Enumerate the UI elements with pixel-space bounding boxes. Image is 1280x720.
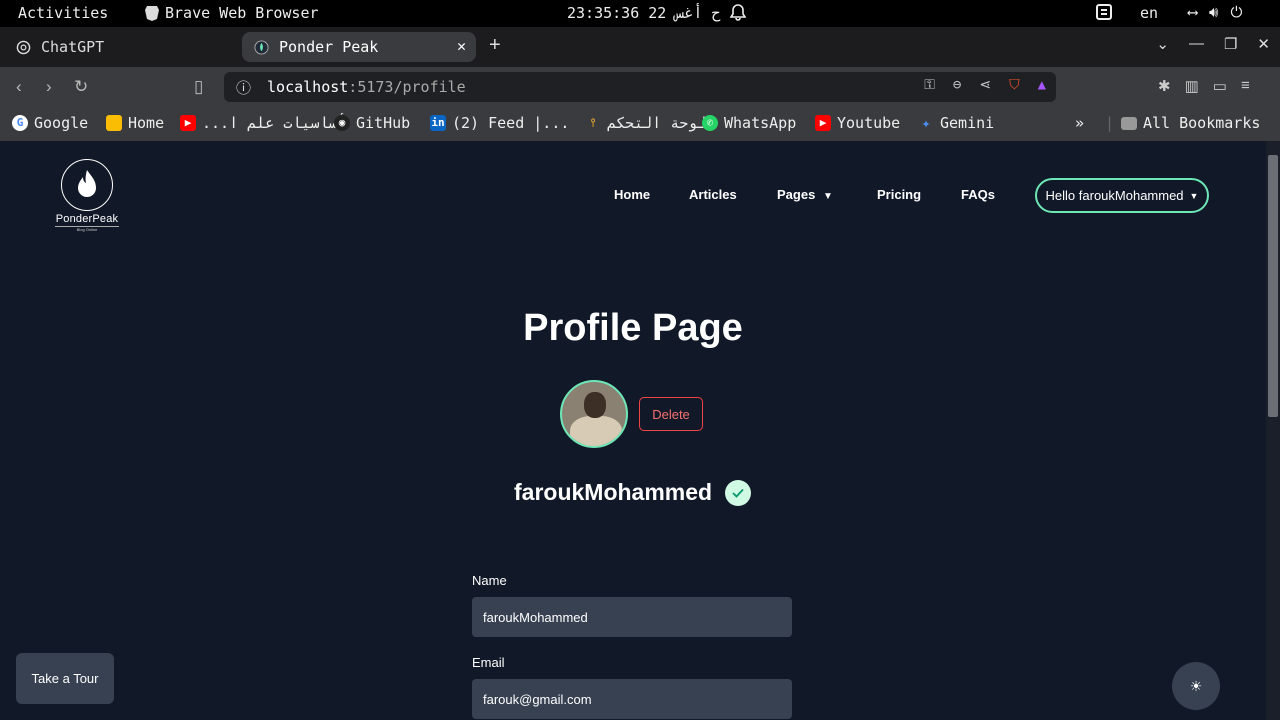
page-content: PonderPeak Blog Online Home Articles Pag…	[0, 141, 1266, 720]
system-top-bar: Activities Brave Web Browser 23:35:36 22…	[0, 0, 1280, 27]
tab-chatgpt[interactable]: ChatGPT	[8, 32, 236, 62]
bookmarks-divider: |	[1105, 114, 1115, 132]
user-menu-button[interactable]: Hello faroukMohammed ▼	[1035, 178, 1209, 213]
volume-icon: 🔊︎	[1209, 3, 1219, 21]
wallet-icon[interactable]: ▭	[1213, 77, 1227, 95]
flame-icon	[61, 159, 113, 211]
more-bookmarks-icon[interactable]: »	[1075, 114, 1084, 132]
app-menu[interactable]: Brave Web Browser	[145, 4, 319, 22]
youtube-icon: ▶	[815, 115, 831, 131]
name-field[interactable]: faroukMohammed	[472, 597, 792, 637]
github-icon: ◉	[334, 115, 350, 131]
caret-down-icon: ▼	[1189, 190, 1199, 201]
tab-strip: ChatGPT Ponder Peak ✕ + ⌄ — ❐ ✕	[0, 27, 1280, 67]
theme-toggle-button[interactable]: ☀	[1172, 662, 1220, 710]
app-indicator-icon[interactable]	[1096, 3, 1112, 25]
avatar[interactable]	[560, 380, 628, 448]
bookmark-all[interactable]: All Bookmarks	[1121, 114, 1260, 132]
bookmark-google[interactable]: G Google	[12, 114, 88, 132]
bell-icon[interactable]	[729, 3, 747, 25]
email-label: Email	[472, 655, 505, 670]
extensions-icon[interactable]: ✱	[1158, 77, 1171, 95]
tab-ponder-peak[interactable]: Ponder Peak ✕	[242, 32, 476, 62]
window-controls: ⌄ — ❐ ✕	[1156, 35, 1270, 53]
profile-username: faroukMohammed	[514, 479, 713, 505]
ponderpeak-icon	[254, 39, 269, 55]
take-tour-button[interactable]: Take a Tour	[16, 653, 114, 704]
tab-title: Ponder Peak	[279, 38, 379, 56]
scrollbar-thumb[interactable]	[1268, 155, 1278, 417]
close-window-icon[interactable]: ✕	[1257, 35, 1270, 53]
brave-rewards-icon[interactable]: ▲	[1038, 77, 1046, 93]
logo-name: PonderPeak	[55, 213, 119, 225]
user-greeting: Hello faroukMohammed	[1045, 188, 1184, 203]
email-field[interactable]: farouk@gmail.com	[472, 679, 792, 719]
verified-check-icon	[725, 480, 751, 506]
name-label: Name	[472, 573, 507, 588]
bookmark-dashboard[interactable]: ⫯ لوحة التحكم	[585, 114, 707, 132]
system-tray[interactable]: ⟷ 🔊︎ ⏻	[1188, 3, 1242, 21]
delete-avatar-button[interactable]: Delete	[639, 397, 703, 431]
classroom-icon	[106, 115, 122, 131]
tab-title: ChatGPT	[41, 38, 105, 56]
menu-icon[interactable]: ≡	[1241, 77, 1250, 95]
youtube-icon: ▶	[180, 115, 196, 131]
tab-search-icon[interactable]: ⌄	[1156, 35, 1169, 53]
activities-button[interactable]: Activities	[18, 4, 108, 22]
app-name: Brave Web Browser	[165, 4, 319, 22]
nav-articles[interactable]: Articles	[689, 187, 737, 202]
bookmark-gemini[interactable]: ✦ Gemini	[918, 114, 994, 132]
chatgpt-icon	[16, 40, 31, 54]
sun-icon: ☀	[1189, 677, 1203, 694]
logo-tagline: Blog Online	[55, 226, 119, 232]
bookmark-linkedin[interactable]: in (2) Feed |...	[430, 114, 569, 132]
bookmark-github[interactable]: ◉ GitHub	[334, 114, 410, 132]
zoom-icon[interactable]: ⊖	[953, 77, 961, 93]
folder-icon	[1121, 116, 1137, 130]
dashboard-icon: ⫯	[590, 116, 596, 129]
network-icon: ⟷	[1188, 3, 1198, 21]
nav-pages[interactable]: Pages ▼	[777, 187, 833, 202]
bookmark-icon[interactable]: ▯	[194, 77, 203, 97]
minimize-icon[interactable]: —	[1189, 35, 1204, 53]
power-icon: ⏻	[1230, 3, 1243, 21]
address-bar[interactable]: ⓘ localhost:5173/profile ⚿ ⊖ ⋖ ⛉ ▲	[224, 72, 1056, 102]
address-bar-actions: ⚿ ⊖ ⋖ ⛉ ▲	[924, 77, 1046, 93]
nav-pricing[interactable]: Pricing	[877, 187, 921, 202]
back-icon[interactable]: ‹	[16, 77, 22, 97]
sidebar-icon[interactable]: ▥	[1185, 77, 1199, 95]
brave-lion-icon	[145, 6, 159, 21]
linkedin-icon: in	[430, 115, 446, 131]
site-logo[interactable]: PonderPeak Blog Online	[55, 159, 119, 232]
whatsapp-icon: ✆	[702, 115, 718, 131]
reload-icon[interactable]: ↻	[74, 77, 88, 97]
url-path: :5173/profile	[348, 78, 466, 96]
toolbar-right: ✱ ▥ ▭ ≡	[1158, 77, 1250, 95]
caret-down-icon: ▼	[822, 191, 833, 202]
nav-home[interactable]: Home	[614, 187, 650, 202]
bookmark-whatsapp[interactable]: ✆ WhatsApp	[702, 114, 796, 132]
nav-faqs[interactable]: FAQs	[961, 187, 995, 202]
keyboard-language[interactable]: en	[1140, 4, 1158, 22]
maximize-icon[interactable]: ❐	[1224, 35, 1237, 53]
bookmark-youtube-course[interactable]: ▶ أساسيات علم ا...	[180, 114, 347, 132]
bookmark-youtube[interactable]: ▶ Youtube	[815, 114, 900, 132]
new-tab-button[interactable]: +	[489, 34, 501, 57]
share-icon[interactable]: ⋖	[979, 77, 991, 93]
key-icon[interactable]: ⚿	[924, 77, 935, 93]
close-tab-icon[interactable]: ✕	[457, 37, 466, 55]
url-host: localhost	[267, 78, 349, 96]
gemini-icon: ✦	[921, 114, 931, 132]
page-title: Profile Page	[523, 307, 743, 349]
page-scrollbar[interactable]	[1266, 141, 1280, 720]
clock[interactable]: 23:35:36 22 ح أغس	[567, 4, 721, 22]
forward-icon[interactable]: ›	[46, 77, 52, 97]
browser-toolbar: ‹ › ↻ ▯ ⓘ localhost:5173/profile ⚿ ⊖ ⋖ ⛉…	[0, 67, 1280, 107]
bookmarks-bar: G Google Home ▶ أساسيات علم ا... ◉ GitHub i…	[0, 107, 1280, 141]
brave-shields-icon[interactable]: ⛉	[1009, 77, 1020, 93]
bookmark-home[interactable]: Home	[106, 114, 164, 132]
site-info-icon[interactable]: ⓘ	[236, 77, 251, 98]
google-icon: G	[12, 115, 28, 131]
